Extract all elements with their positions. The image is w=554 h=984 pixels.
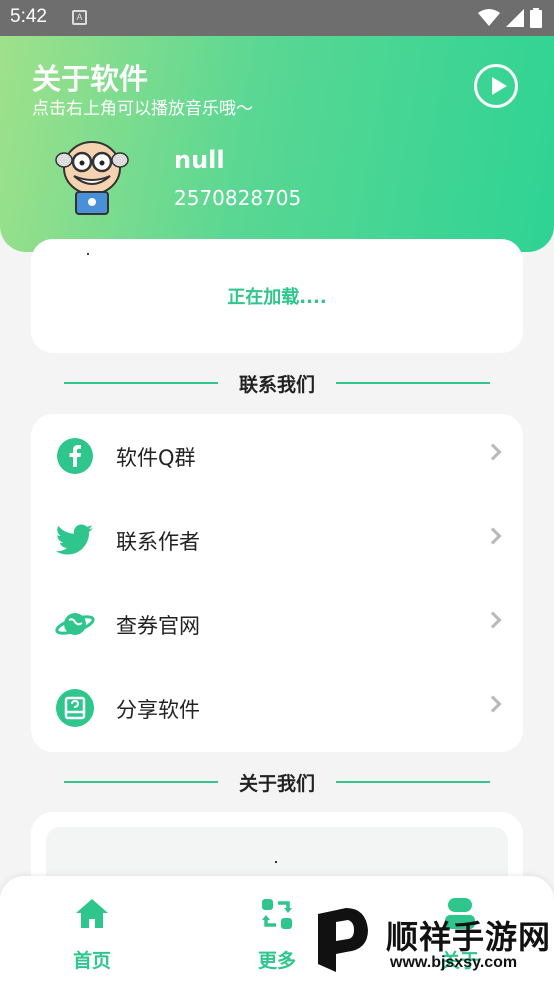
page-subtitle: 点击右上角可以播放音乐哦～ xyxy=(32,99,253,119)
system-icons xyxy=(478,8,542,28)
wifi-icon xyxy=(478,9,500,26)
signal-icon xyxy=(506,9,524,27)
list-item-contact-author[interactable]: 联系作者 xyxy=(31,498,523,582)
refresh-icon xyxy=(262,899,292,929)
page-title: 关于软件 xyxy=(32,62,149,96)
list-item-label: 分享软件 xyxy=(116,698,200,722)
announcement-card: 正在加载.... xyxy=(31,239,523,353)
divider-right xyxy=(336,781,490,783)
chevron-right-icon xyxy=(484,695,502,713)
brand-logo-icon xyxy=(318,908,368,972)
divider-right xyxy=(336,382,490,384)
watermark-brand: 顺祥手游网 xyxy=(386,918,552,956)
list-item-official-site[interactable]: 查券官网 xyxy=(31,582,523,666)
play-circle-icon[interactable] xyxy=(474,64,518,108)
status-time: 5:42 xyxy=(10,6,47,27)
loading-text: 正在加载.... xyxy=(227,287,327,308)
site-watermark: 顺祥手游网 www.bjsxsy.com xyxy=(312,906,552,976)
user-name: null xyxy=(174,146,225,174)
about-header: 关于软件 点击右上角可以播放音乐哦～ null 2570828705 xyxy=(0,36,554,252)
nav-label: 更多 xyxy=(257,950,296,972)
list-item-share-app[interactable]: 分享软件 xyxy=(31,666,523,750)
avatar[interactable] xyxy=(52,134,132,216)
battery-icon xyxy=(530,8,542,28)
nav-item-home[interactable]: 首页 xyxy=(52,896,132,973)
list-item-label: 联系作者 xyxy=(116,530,200,554)
chevron-right-icon xyxy=(484,527,502,545)
share-box-icon xyxy=(56,689,94,727)
a-notification-icon: A xyxy=(72,10,87,25)
nav-label: 首页 xyxy=(72,950,111,972)
contact-list: 软件Q群 联系作者 查券官网 分享软件 xyxy=(31,414,523,752)
list-item-qq-group[interactable]: 软件Q群 xyxy=(31,414,523,498)
twitter-icon xyxy=(55,524,93,555)
home-icon xyxy=(76,899,108,928)
facebook-icon xyxy=(57,438,93,474)
nav-item-more[interactable]: 更多 xyxy=(237,896,317,973)
list-item-label: 软件Q群 xyxy=(116,446,196,470)
watermark-url: www.bjsxsy.com xyxy=(390,954,518,971)
chevron-right-icon xyxy=(484,611,502,629)
list-item-label: 查券官网 xyxy=(116,614,200,638)
status-bar: 5:42 A xyxy=(0,0,554,36)
chevron-right-icon xyxy=(484,443,502,461)
planet-icon xyxy=(55,613,95,635)
user-id: 2570828705 xyxy=(174,186,302,210)
about-section-header: 关于我们 xyxy=(0,767,554,797)
contact-section-header: 联系我们 xyxy=(0,368,554,398)
